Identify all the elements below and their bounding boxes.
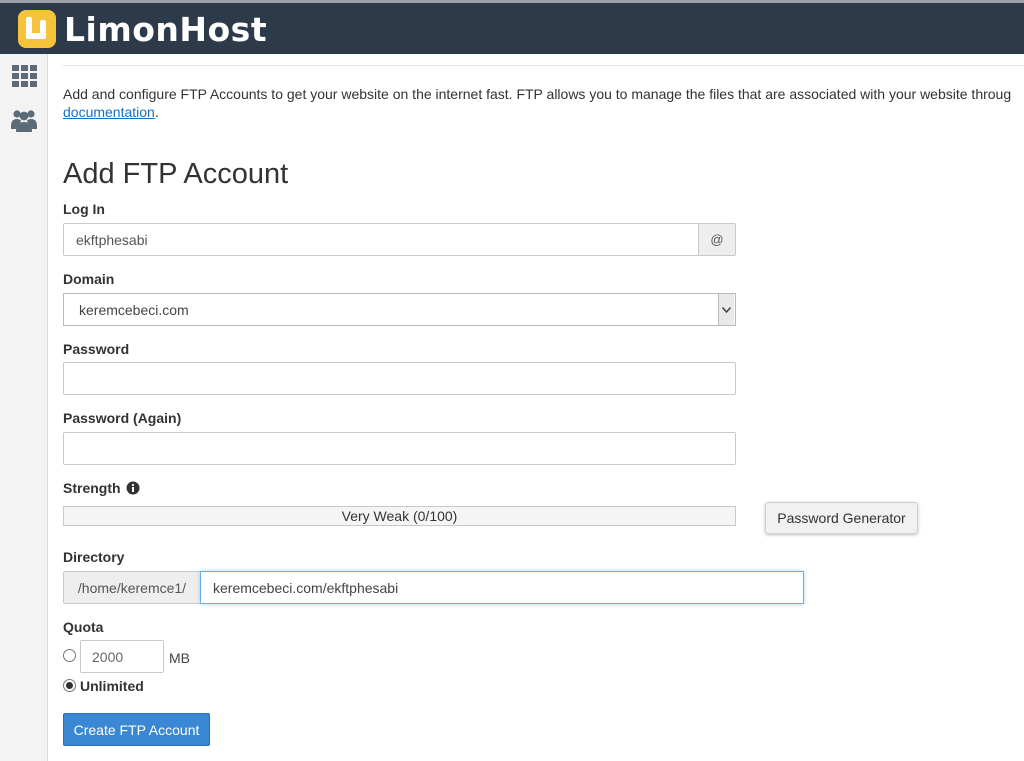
- directory-prefix: /home/keremce1/: [63, 571, 200, 604]
- intro-suffix: .: [154, 104, 159, 120]
- divider: [63, 65, 1024, 66]
- quota-unit: MB: [169, 650, 190, 666]
- domain-label: Domain: [63, 271, 115, 287]
- password-label: Password: [63, 341, 130, 357]
- password-field-wrap: [63, 362, 736, 395]
- strength-meter: Very Weak (0/100): [63, 506, 736, 526]
- directory-group: /home/keremce1/: [63, 571, 804, 604]
- domain-select[interactable]: keremcebeci.com: [63, 293, 736, 326]
- quota-limited-radio[interactable]: [63, 649, 76, 662]
- brand-name: LimonHost: [64, 9, 268, 49]
- top-header: LimonHost: [0, 0, 1024, 54]
- quota-label: Quota: [63, 619, 104, 635]
- directory-input[interactable]: [201, 572, 803, 603]
- directory-label: Directory: [63, 549, 125, 565]
- at-addon: @: [698, 223, 736, 256]
- password-again-label: Password (Again): [63, 410, 182, 426]
- create-ftp-account-button[interactable]: Create FTP Account: [63, 713, 210, 746]
- limonhost-logo-icon: [18, 10, 56, 48]
- page-title: Add FTP Account: [63, 158, 289, 190]
- directory-input-wrap: [200, 571, 804, 604]
- grid-icon[interactable]: [10, 62, 38, 90]
- documentation-link[interactable]: documentation: [63, 104, 155, 120]
- password-generator-button[interactable]: Password Generator: [765, 502, 918, 534]
- brand-logo[interactable]: LimonHost: [18, 6, 267, 52]
- login-label: Log In: [63, 201, 105, 217]
- quota-unlimited-radio[interactable]: [63, 679, 76, 692]
- strength-label: Strength: [63, 480, 121, 496]
- quota-input-wrap: [80, 640, 164, 673]
- password-again-input[interactable]: [64, 433, 735, 464]
- intro-text: Add and configure FTP Accounts to get yo…: [63, 86, 1012, 102]
- chevron-down-icon[interactable]: [718, 294, 734, 325]
- strength-label-row: Strength: [63, 480, 140, 496]
- intro-doc-line: documentation.: [63, 103, 159, 121]
- users-icon[interactable]: [10, 106, 38, 134]
- unlimited-label[interactable]: Unlimited: [80, 678, 144, 694]
- info-icon[interactable]: [126, 481, 140, 495]
- sidebar: [0, 54, 48, 761]
- quota-input[interactable]: [81, 641, 163, 672]
- login-input-wrap: [63, 223, 698, 256]
- login-input[interactable]: [64, 224, 698, 255]
- password-again-field-wrap: [63, 432, 736, 465]
- strength-text: Very Weak (0/100): [341, 508, 458, 524]
- password-input[interactable]: [64, 363, 735, 394]
- domain-selected-value: keremcebeci.com: [79, 301, 189, 318]
- login-group: @: [63, 223, 736, 256]
